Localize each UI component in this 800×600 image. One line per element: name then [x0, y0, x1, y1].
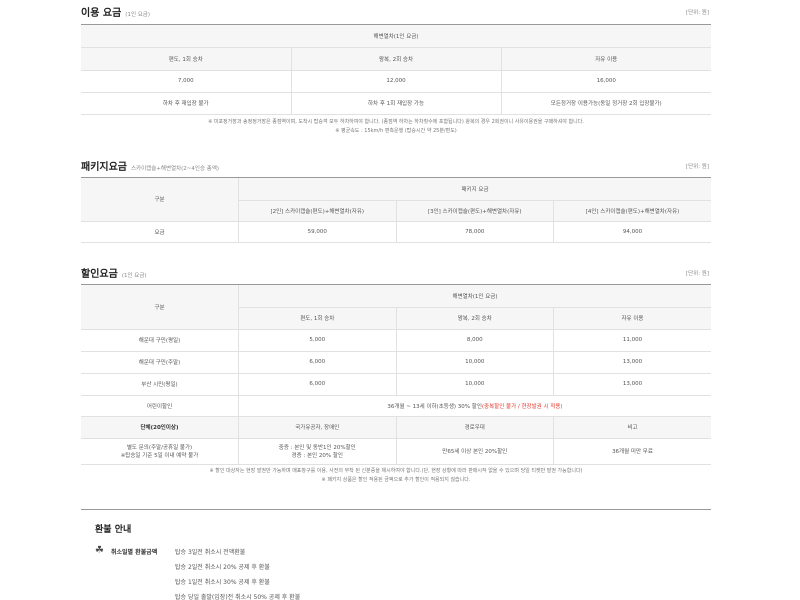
child-discount-warning: (중복할인 불가 / 현장발권 시 적용) — [481, 403, 563, 410]
usage-rule: 하차 후 1회 재입장 가능 — [290, 92, 501, 115]
group-header: 비고 — [553, 416, 711, 439]
usage-col-header: 편도, 1회 승차 — [81, 47, 291, 71]
group-cell: 만65세 이상 본인 20%할인 — [395, 438, 554, 465]
group-cell: 36개월 미만 무료 — [553, 438, 711, 465]
group-cell: 별도 문의(주말/공휴일 불가) ※탑승일 기준 5일 이내 예약 불가 — [81, 438, 239, 465]
discount-col-header: 편도, 1회 승차 — [238, 307, 396, 330]
refund-section: 환불 안내 ☘ 취소일별 환불금액 탑승 3일전 취소시 전액환불 탑승 2일전… — [95, 522, 495, 600]
discount-section: 할인요금 (1인 요금) [단위: 원] 구분 해변열차(1인 요금) 편도, 1… — [81, 265, 711, 485]
package-unit: [단위: 원] — [685, 164, 709, 170]
group-header: 단체(20인이상) — [81, 416, 239, 439]
usage-price: 7,000 — [81, 70, 291, 93]
discount-price: 11,000 — [553, 329, 711, 352]
discount-note: ※ 패키지 상품은 할인 적용된 금액으로 추가 할인이 적용되지 않습니다. — [321, 476, 471, 483]
package-price: 78,000 — [395, 221, 554, 243]
child-discount-text: 36개월 ~ 13세 이하(초등생) 30% 할인 — [387, 403, 482, 410]
usage-price: 12,000 — [290, 70, 501, 93]
group-cell-line: ※탑승일 기준 5일 이내 예약 불가 — [120, 453, 199, 459]
discount-col-header: 왕복, 2회 승차 — [395, 307, 554, 330]
package-table: 구분 패키지 요금 [2인] 스카이캡슐(편도)+해변열차(자유) [3인] 스… — [81, 178, 711, 243]
discount-top-header: 해변열차(1인 요금) — [238, 285, 711, 308]
usage-unit: [단위: 원] — [685, 10, 709, 16]
package-header: 패키지요금 스카이캡슐+해변열차(2~4인승 총액) [단위: 원] — [81, 158, 711, 174]
usage-header: 이용 요금 (1인 요금) [단위: 원] — [81, 4, 711, 20]
package-row-label: 요금 — [81, 221, 239, 243]
package-top-header: 패키지 요금 — [238, 178, 711, 201]
usage-col-header: 자유 이용 — [500, 47, 711, 71]
group-cell-line: 만65세 이상 본인 20%할인 — [442, 449, 508, 455]
child-discount-row: 어린이할인 36개월 ~ 13세 이하(초등생) 30% 할인(중복할인 불가 … — [81, 395, 711, 417]
package-col-header: [2인] 스카이캡슐(편도)+해변열차(자유) — [238, 200, 396, 222]
package-price: 59,000 — [238, 221, 396, 243]
group-header: 경로우대 — [395, 416, 554, 439]
discount-row: 부산 시민(평일) 6,000 10,000 13,000 — [81, 373, 711, 396]
usage-col-header: 왕복, 2회 승차 — [290, 47, 501, 71]
discount-row: 해운대 구민(주말) 6,000 10,000 13,000 — [81, 351, 711, 374]
discount-row-label: 해운대 구민(평일) — [81, 329, 239, 352]
group-cell-line: 별도 문의(주말/공휴일 불가) — [126, 445, 193, 451]
discount-price: 6,000 — [238, 373, 396, 396]
group-cell-line: 경증 : 본인 20% 할인 — [291, 453, 343, 459]
refund-label: 취소일별 환불금액 — [111, 549, 158, 556]
group-cell: 중증 : 본인 및 동반1인 20%할인 경증 : 본인 20% 할인 — [238, 438, 396, 465]
discount-price: 13,000 — [553, 351, 711, 374]
discount-price: 5,000 — [238, 329, 396, 352]
discount-price: 13,000 — [553, 373, 711, 396]
usage-table: 해변열차(1인 요금) 편도, 1회 승차 왕복, 2회 승차 자유 이용 7,… — [81, 25, 711, 115]
package-price: 94,000 — [553, 221, 711, 243]
package-title: 패키지요금 — [81, 162, 127, 173]
usage-subtitle: (1인 요금) — [125, 12, 151, 18]
discount-price: 10,000 — [395, 351, 554, 374]
usage-note: ※ 평균속도 : 15km/h 편측운행 (탑승시간 약 25분/편도) — [335, 127, 457, 134]
discount-price: 6,000 — [238, 351, 396, 374]
refund-info: ☘ 취소일별 환불금액 탑승 3일전 취소시 전액환불 탑승 2일전 취소시 2… — [95, 545, 495, 600]
discount-header: 할인요금 (1인 요금) [단위: 원] — [81, 265, 711, 281]
discount-row-label: 해운대 구민(주말) — [81, 351, 239, 374]
discount-note: ※ 할인 대상자는 현장 발권만 가능하며 매표창구를 이용, 사전의 부착 된… — [209, 467, 583, 474]
discount-unit: [단위: 원] — [685, 271, 709, 277]
child-discount-cell: 36개월 ~ 13세 이하(초등생) 30% 할인(중복할인 불가 / 현장발권… — [238, 395, 711, 417]
group-cell-line: 중증 : 본인 및 동반1인 20%할인 — [278, 445, 356, 451]
package-section: 패키지요금 스카이캡슐+해변열차(2~4인승 총액) [단위: 원] 구분 패키지… — [81, 158, 711, 243]
usage-section: 이용 요금 (1인 요금) [단위: 원] 해변열차(1인 요금) 편도, 1회 … — [81, 4, 711, 136]
refund-line: 탑승 2일전 취소시 20% 공제 후 환불 — [175, 564, 270, 571]
discount-col-header: 자유 이용 — [553, 307, 711, 330]
package-subtitle: 스카이캡슐+해변열차(2~4인승 총액) — [131, 166, 220, 172]
discount-row-label: 부산 시민(평일) — [81, 373, 239, 396]
discount-row: 해운대 구민(평일) 5,000 8,000 11,000 — [81, 329, 711, 352]
discount-table: 구분 해변열차(1인 요금) 편도, 1회 승차 왕복, 2회 승차 자유 이용… — [81, 285, 711, 465]
refund-line: 탑승 당일 출발(입장)전 취소시 50% 공제 후 환불 — [175, 594, 301, 600]
section-divider — [81, 509, 711, 510]
usage-rule: 모든정거장 이용가능(동일 정거장 2회 입장불가) — [500, 92, 711, 115]
usage-title: 이용 요금 — [81, 8, 122, 19]
discount-price: 8,000 — [395, 329, 554, 352]
discount-price: 10,000 — [395, 373, 554, 396]
usage-rule: 하차 후 재입장 불가 — [81, 92, 291, 115]
refund-line: 탑승 3일전 취소시 전액환불 — [175, 549, 246, 556]
refund-title: 환불 안내 — [95, 525, 132, 535]
package-col-header: [3인] 스카이캡슐(편도)+해변열차(자유) — [395, 200, 554, 222]
usage-top-header: 해변열차(1인 요금) — [81, 25, 711, 48]
discount-title: 할인요금 — [81, 269, 118, 280]
package-col-header: [4인] 스카이캡슐(편도)+해변열차(자유) — [553, 200, 711, 222]
group-header: 국가유공자, 장애인 — [238, 416, 396, 439]
child-discount-label: 어린이할인 — [81, 395, 239, 417]
package-col0: 구분 — [81, 178, 239, 222]
clover-icon: ☘ — [95, 545, 104, 556]
usage-price: 16,000 — [500, 70, 711, 93]
usage-note: ※ 미포정거장과 송정정거장은 종점역이며, 도착시 탑승객 모두 하차하여야 … — [208, 118, 584, 125]
discount-subtitle: (1인 요금) — [121, 273, 147, 279]
refund-line: 탑승 1일전 취소시 30% 공제 후 환불 — [175, 579, 270, 586]
discount-col0: 구분 — [81, 285, 239, 330]
group-cell-line: 36개월 미만 무료 — [612, 449, 653, 455]
